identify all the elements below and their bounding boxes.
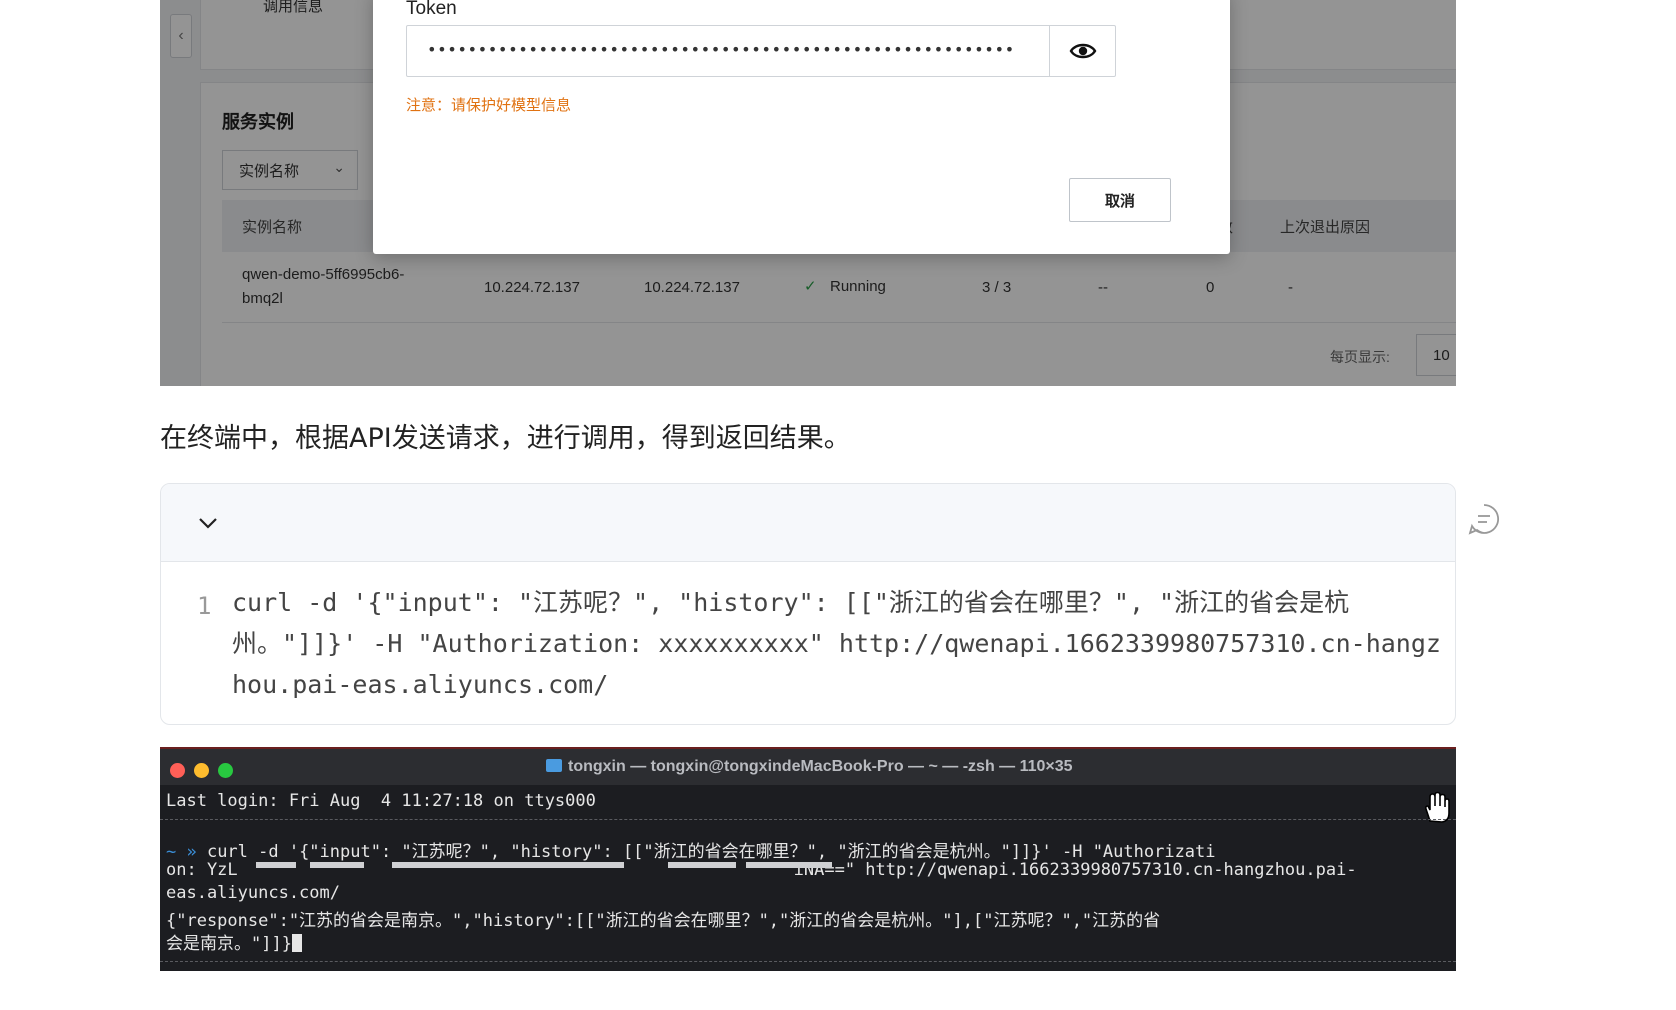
code-block-header <box>161 484 1455 562</box>
divider <box>160 961 1456 962</box>
response-text-2: 会是南京。"]]} <box>166 934 292 954</box>
terminal-titlebar: tongxin — tongxin@tongxindeMacBook-Pro —… <box>160 747 1456 785</box>
chevron-down-icon[interactable] <box>195 510 221 536</box>
terminal-title-text: tongxin — tongxin@tongxindeMacBook-Pro —… <box>568 758 1073 775</box>
minimize-dot[interactable] <box>194 763 209 778</box>
redaction-bar <box>256 862 296 868</box>
comment-icon[interactable] <box>1467 502 1501 536</box>
close-dot[interactable] <box>170 763 185 778</box>
response-line-2: 会是南京。"]]} <box>166 929 302 954</box>
code-text[interactable]: curl -d '{"input": "江苏呢？", "history": [[… <box>232 582 1447 705</box>
cursor <box>291 934 302 952</box>
command-line-1: ~ » curl -d '{"input": "江苏呢？", "history"… <box>166 837 1216 862</box>
token-label: Token <box>406 0 457 19</box>
prompt: ~ » <box>166 842 197 862</box>
last-login-line: Last login: Fri Aug 4 11:27:18 on ttys00… <box>166 791 596 811</box>
command-line-3: eas.aliyuncs.com/ <box>166 883 340 903</box>
code-block: 1 curl -d '{"input": "江苏呢？", "history": … <box>160 483 1456 725</box>
token-value: ••••••••••••••••••••••••••••••••••••••••… <box>427 40 1015 59</box>
terminal-title: tongxin — tongxin@tongxindeMacBook-Pro —… <box>546 758 1073 776</box>
line-number: 1 <box>197 592 212 620</box>
folder-icon <box>546 759 562 772</box>
redaction-bar <box>564 862 624 868</box>
command-text-2b: iNA==" http://qwenapi.1662339980757310.c… <box>793 860 1357 880</box>
redaction-bar <box>310 862 364 868</box>
command-text-2a: on: YzL <box>166 860 238 880</box>
eye-icon <box>1069 43 1096 59</box>
toggle-visibility-button[interactable] <box>1049 26 1115 76</box>
terminal-screenshot: tongxin — tongxin@tongxindeMacBook-Pro —… <box>160 747 1456 971</box>
redaction-bar <box>776 862 802 868</box>
redaction-bar <box>668 862 736 868</box>
instruction-paragraph: 在终端中，根据API发送请求，进行调用，得到返回结果。 <box>160 423 851 454</box>
maximize-dot[interactable] <box>218 763 233 778</box>
token-modal: Token ••••••••••••••••••••••••••••••••••… <box>373 0 1230 254</box>
redaction-bar <box>392 862 568 868</box>
divider <box>160 819 1456 820</box>
cancel-button[interactable]: 取消 <box>1069 178 1171 222</box>
response-line-1: {"response":"江苏的省会是南京。","history":[["浙江的… <box>166 911 1161 931</box>
warning-text: 注意：请保护好模型信息 <box>406 97 572 114</box>
token-field[interactable]: ••••••••••••••••••••••••••••••••••••••••… <box>406 25 1116 77</box>
command-text-1: curl -d '{"input": "江苏呢？", "history": [[… <box>196 842 1216 862</box>
console-screenshot: ‹ 调用信息 查看 服务实例 实例名称 ⌄ 实例名称 数 上次退出原因 qwen… <box>160 0 1456 386</box>
